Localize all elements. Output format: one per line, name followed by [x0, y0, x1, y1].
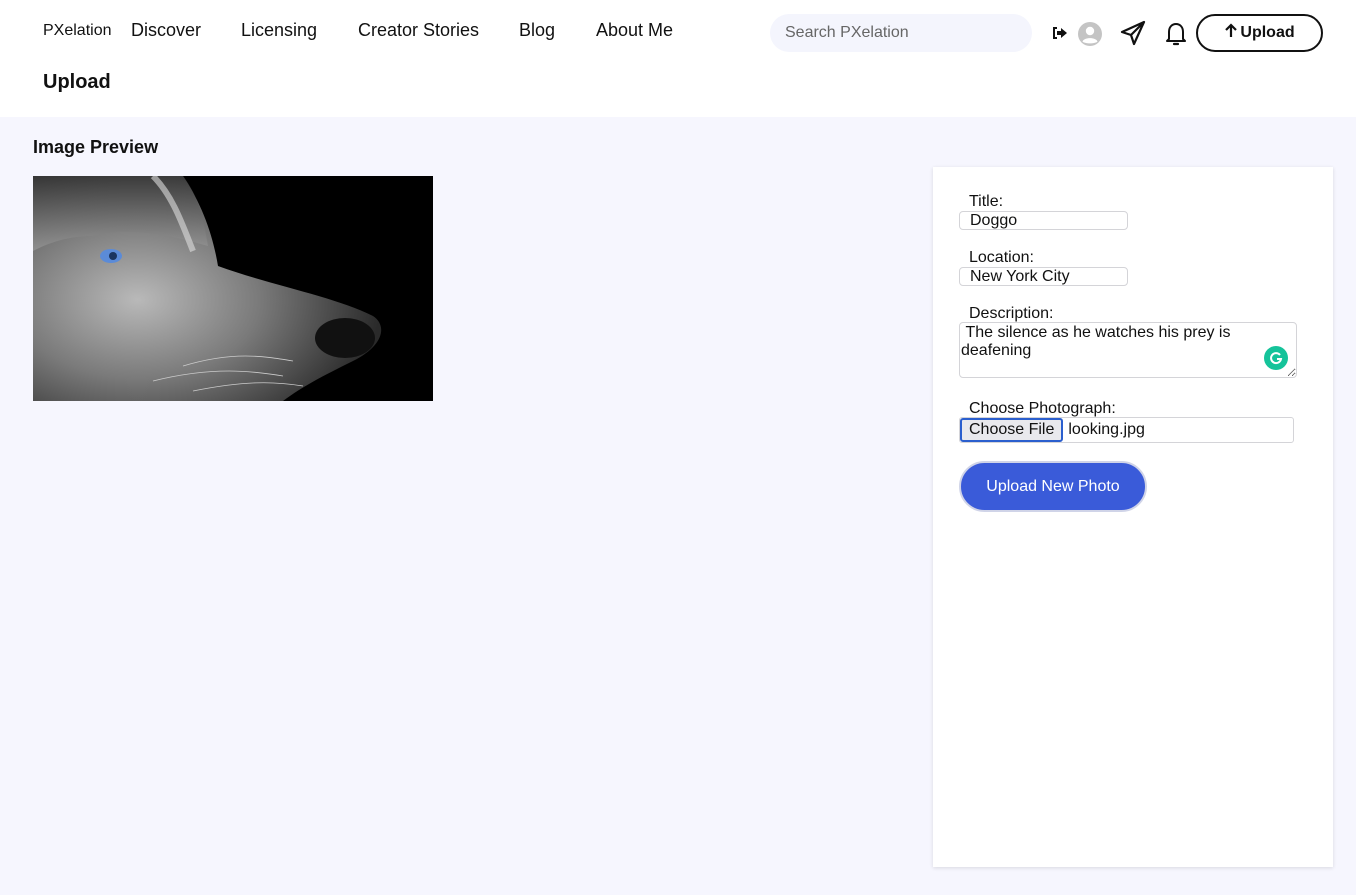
- file-input[interactable]: Choose File looking.jpg: [959, 417, 1294, 443]
- nav-about-me[interactable]: About Me: [596, 20, 673, 41]
- grammarly-icon[interactable]: [1264, 346, 1288, 370]
- bell-icon[interactable]: [1163, 20, 1189, 48]
- choose-file-button[interactable]: Choose File: [960, 418, 1064, 442]
- page-title: Upload: [43, 71, 111, 93]
- location-input[interactable]: [959, 267, 1128, 286]
- location-label: Location:: [969, 249, 1034, 266]
- nav-creator-stories[interactable]: Creator Stories: [358, 20, 479, 41]
- upload-form-panel: Title: Location: Description: The silenc…: [933, 167, 1333, 867]
- file-name: looking.jpg: [1068, 421, 1145, 438]
- send-icon[interactable]: [1119, 19, 1147, 47]
- upload-new-photo-button[interactable]: Upload New Photo: [959, 461, 1147, 512]
- brand-logo[interactable]: PXelation: [43, 22, 112, 40]
- description-label: Description:: [969, 305, 1054, 322]
- upload-button-label: Upload: [1240, 24, 1295, 41]
- title-label: Title:: [969, 193, 1004, 210]
- image-preview: [33, 176, 433, 401]
- avatar-icon[interactable]: [1077, 21, 1102, 46]
- description-textarea[interactable]: The silence as he watches his prey is de…: [959, 322, 1297, 378]
- image-preview-heading: Image Preview: [33, 137, 159, 157]
- arrow-up-icon: [1224, 23, 1238, 43]
- husky-photo: [33, 176, 433, 401]
- photo-label: Choose Photograph:: [969, 400, 1116, 417]
- nav-blog[interactable]: Blog: [519, 20, 555, 41]
- nav-discover[interactable]: Discover: [131, 20, 201, 41]
- logout-icon[interactable]: [1051, 24, 1069, 42]
- search-input[interactable]: [770, 14, 1032, 52]
- title-input[interactable]: [959, 211, 1128, 230]
- nav-licensing[interactable]: Licensing: [241, 20, 317, 41]
- top-header: PXelation Discover Licensing Creator Sto…: [0, 0, 1356, 117]
- upload-button[interactable]: Upload: [1196, 14, 1323, 52]
